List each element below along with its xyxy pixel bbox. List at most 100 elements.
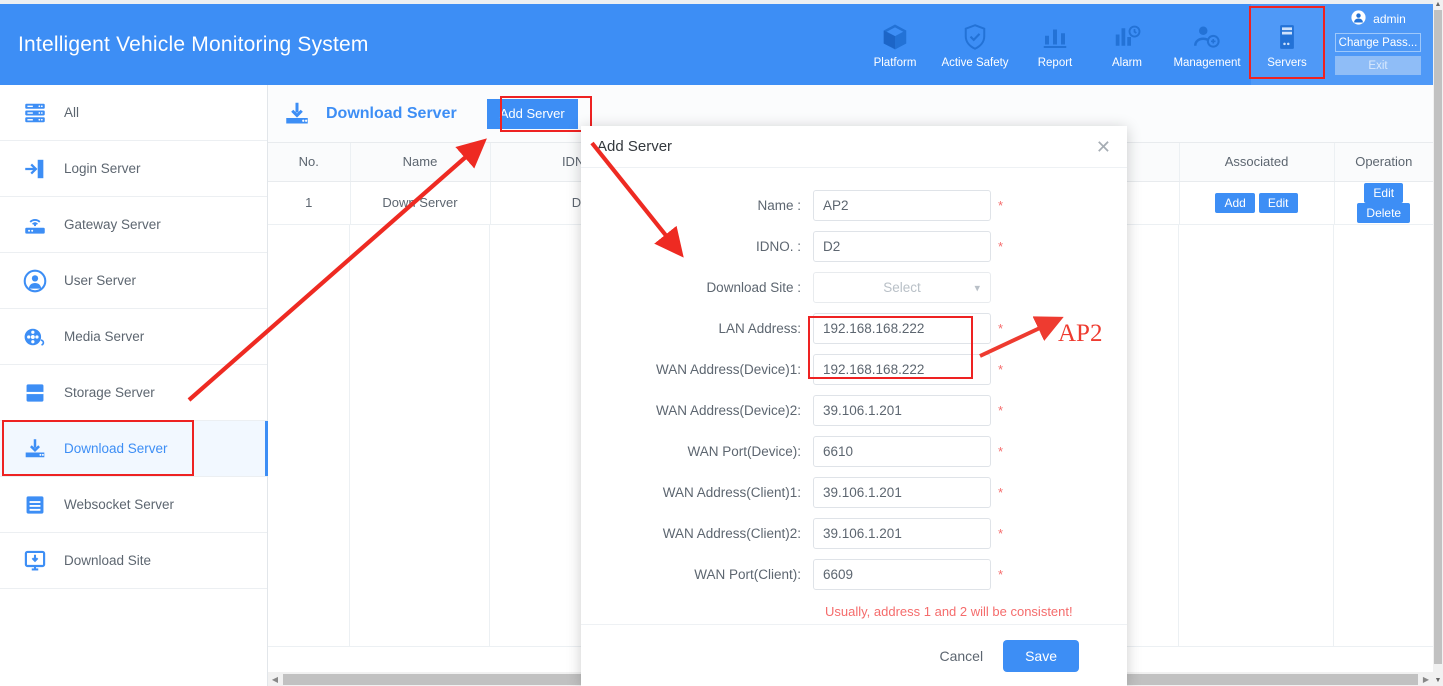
- field-row-wan-address-device-1: WAN Address(Device)1: *: [581, 354, 1127, 385]
- field-label: LAN Address:: [718, 321, 801, 336]
- field-row-wan-address-client-2: WAN Address(Client)2: *: [581, 518, 1127, 549]
- operation-delete-button[interactable]: Delete: [1357, 202, 1411, 223]
- floppy-disk-icon: [20, 378, 50, 408]
- table-column-no: No.: [268, 143, 351, 182]
- associated-edit-button[interactable]: Edit: [1258, 192, 1298, 213]
- field-label: WAN Port(Device):: [687, 444, 801, 459]
- exit-button[interactable]: Exit: [1335, 56, 1421, 75]
- download-site-select[interactable]: Select ▾: [813, 272, 991, 303]
- table-column-operation: Operation: [1334, 143, 1433, 182]
- sidebar-item-gateway-server[interactable]: Gateway Server: [0, 197, 267, 253]
- required-marker: *: [998, 321, 1004, 336]
- shield-check-icon: [960, 20, 990, 54]
- lan-address-input[interactable]: [813, 313, 991, 344]
- wan-address-device2-input[interactable]: [813, 395, 991, 426]
- nav-item-platform[interactable]: Platform: [859, 4, 931, 85]
- field-row-wan-address-device-2: WAN Address(Device)2: *: [581, 395, 1127, 426]
- field-row-wan-port-client: WAN Port(Client): *: [581, 559, 1127, 590]
- required-marker: *: [998, 444, 1004, 459]
- name-input[interactable]: [813, 190, 991, 221]
- required-marker: *: [998, 485, 1004, 500]
- nav-item-alarm[interactable]: Alarm: [1091, 4, 1163, 85]
- sidebar-item-login-server[interactable]: Login Server: [0, 141, 267, 197]
- nav-item-active-safety[interactable]: Active Safety: [931, 4, 1019, 85]
- field-label: WAN Port(Client):: [694, 567, 801, 582]
- idno-input[interactable]: [813, 231, 991, 262]
- field-label: WAN Address(Device)1:: [655, 362, 801, 377]
- vertical-scroll-thumb[interactable]: [1434, 10, 1442, 664]
- sidebar-item-label: Gateway Server: [64, 217, 161, 232]
- wan-address-client1-input[interactable]: [813, 477, 991, 508]
- add-server-dialog: Add Server ✕ Name : * IDNO. : * Download…: [581, 126, 1127, 686]
- nav-label: Alarm: [1111, 57, 1143, 69]
- table-column-name: Name: [350, 143, 491, 182]
- sidebar-item-label: Websocket Server: [64, 497, 175, 512]
- user-circle-icon: [20, 266, 50, 296]
- login-arrow-icon: [20, 154, 50, 184]
- page-title: Intelligent Vehicle Monitoring System: [18, 32, 369, 56]
- monitor-download-icon: [20, 546, 50, 576]
- field-label: WAN Address(Client)1:: [662, 485, 801, 500]
- required-marker: *: [998, 198, 1004, 213]
- field-row-wan-port-device: WAN Port(Device): *: [581, 436, 1127, 467]
- gateway-router-icon: [20, 210, 50, 240]
- wan-port-device-input[interactable]: [813, 436, 991, 467]
- scroll-left-arrow[interactable]: ◀: [268, 675, 282, 684]
- sidebar-item-label: All: [64, 105, 80, 120]
- servers-stack-icon: [20, 98, 50, 128]
- table-column-associated: Associated: [1179, 143, 1335, 182]
- field-label: Download Site :: [706, 280, 801, 295]
- nav-item-servers[interactable]: Servers: [1249, 4, 1325, 85]
- cell-operation: EditDelete: [1334, 181, 1433, 225]
- nav-label: Servers: [1267, 57, 1307, 69]
- field-label: Name :: [757, 198, 801, 213]
- user-name: admin: [1373, 12, 1406, 26]
- add-server-button[interactable]: Add Server: [486, 98, 578, 129]
- sidebar: All Login Server Gateway Server User Ser…: [0, 85, 268, 686]
- sidebar-item-websocket-server[interactable]: Websocket Server: [0, 477, 267, 533]
- close-icon[interactable]: ✕: [1096, 138, 1111, 156]
- change-password-button[interactable]: Change Pass...: [1335, 33, 1421, 52]
- dialog-header: Add Server ✕: [581, 126, 1127, 168]
- wan-address-device1-input[interactable]: [813, 354, 991, 385]
- sidebar-item-download-site[interactable]: Download Site: [0, 533, 267, 589]
- scroll-up-arrow[interactable]: ▲: [1433, 0, 1443, 10]
- alarm-chart-icon: [1112, 20, 1142, 54]
- cancel-button[interactable]: Cancel: [933, 647, 989, 665]
- wan-address-client2-input[interactable]: [813, 518, 991, 549]
- select-value: Select: [883, 280, 921, 295]
- nav-label: Report: [1037, 57, 1073, 69]
- user-circle-icon: [1350, 9, 1367, 29]
- server-rack-icon: [1272, 20, 1302, 54]
- operation-edit-button[interactable]: Edit: [1364, 182, 1404, 203]
- sidebar-item-download-server[interactable]: Download Server: [0, 420, 268, 477]
- sidebar-item-all[interactable]: All: [0, 85, 267, 141]
- required-marker: *: [998, 239, 1004, 254]
- bar-chart-icon: [1040, 20, 1070, 54]
- content-title: Download Server: [326, 104, 457, 122]
- nav-label: Platform: [873, 57, 917, 69]
- sidebar-item-storage-server[interactable]: Storage Server: [0, 365, 267, 421]
- save-button[interactable]: Save: [1003, 639, 1079, 672]
- scroll-down-arrow[interactable]: ▼: [1433, 676, 1443, 686]
- nav-item-management[interactable]: Management: [1163, 4, 1251, 85]
- cell-associated: Add Edit: [1179, 181, 1335, 225]
- required-marker: *: [998, 567, 1004, 582]
- user-panel: admin Change Pass... Exit: [1323, 4, 1433, 85]
- associated-add-button[interactable]: Add: [1215, 192, 1255, 213]
- nav-item-report[interactable]: Report: [1019, 4, 1091, 85]
- dialog-body: Name : * IDNO. : * Download Site : Selec…: [581, 168, 1127, 619]
- field-label: WAN Address(Client)2:: [662, 526, 801, 541]
- wan-port-client-input[interactable]: [813, 559, 991, 590]
- chevron-down-icon: ▾: [974, 282, 980, 294]
- film-reel-icon: [20, 322, 50, 352]
- scroll-right-arrow[interactable]: ▶: [1419, 675, 1433, 684]
- app-header: Intelligent Vehicle Monitoring System Pl…: [0, 4, 1433, 85]
- sidebar-item-media-server[interactable]: Media Server: [0, 309, 267, 365]
- field-row-download-site: Download Site : Select ▾: [581, 272, 1127, 303]
- required-marker: *: [998, 403, 1004, 418]
- field-label: WAN Address(Device)2:: [655, 403, 801, 418]
- sidebar-item-label: User Server: [64, 273, 137, 288]
- vertical-scrollbar[interactable]: ▲ ▼: [1433, 0, 1443, 686]
- sidebar-item-user-server[interactable]: User Server: [0, 253, 267, 309]
